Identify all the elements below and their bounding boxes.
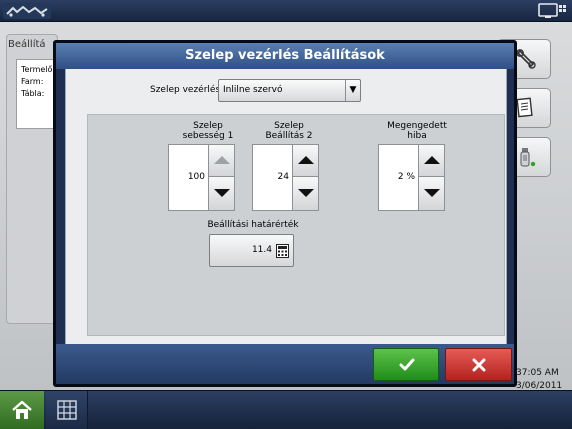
threshold-input[interactable]: 11.4 bbox=[209, 234, 294, 267]
valve-setting-spinner: 24 bbox=[252, 144, 319, 211]
threshold-label: Beállítási határérték bbox=[207, 220, 299, 230]
background-panel-title: Beállítá bbox=[8, 39, 46, 50]
bottom-bar bbox=[0, 390, 572, 429]
valve-control-settings-dialog: Szelep vezérlés Beállítások Szelep vezér… bbox=[53, 40, 517, 387]
calculator-icon bbox=[276, 244, 289, 258]
document-icon bbox=[516, 97, 533, 118]
grid-button[interactable] bbox=[46, 391, 88, 429]
valve-speed-increase-button[interactable] bbox=[208, 145, 234, 177]
allowed-error-spinner: 2 % bbox=[378, 144, 445, 211]
valve-setting-label-line2: Beállítás 2 bbox=[265, 131, 313, 141]
dialog-title: Szelep vezérlés Beállítások bbox=[56, 43, 514, 69]
top-bar bbox=[0, 0, 572, 22]
info-farm-label: Farm: bbox=[21, 77, 44, 86]
ok-button[interactable] bbox=[373, 348, 439, 381]
logo-icon bbox=[3, 3, 51, 19]
valve-setting-increase-button[interactable] bbox=[292, 145, 318, 177]
allowed-error-label-line1: Megengedett bbox=[387, 121, 447, 131]
home-icon bbox=[12, 400, 32, 419]
checkmark-icon bbox=[399, 358, 415, 371]
valve-speed-label-line2: sebesség 1 bbox=[182, 131, 234, 141]
dropdown-arrow-icon: ▼ bbox=[345, 80, 360, 101]
dialog-footer bbox=[56, 344, 514, 384]
valve-speed-spinner: 100 bbox=[168, 144, 235, 211]
dialog-body: Szelep vezérlés Inlilne szervó ▼ Szelep … bbox=[65, 69, 507, 345]
threshold-value: 11.4 bbox=[251, 245, 272, 255]
grid-icon bbox=[57, 400, 77, 420]
valve-speed-label-line1: Szelep bbox=[193, 121, 223, 131]
valve-speed-label: Szelep sebesség 1 bbox=[168, 121, 248, 141]
info-grower-label: Termelő bbox=[21, 65, 53, 74]
valve-control-value: Inlilne szervó bbox=[223, 85, 283, 95]
settings-panel: Szelep sebesség 1 100 Szelep Beállítás 2… bbox=[87, 114, 505, 336]
x-icon bbox=[472, 358, 486, 372]
allowed-error-increase-button[interactable] bbox=[418, 145, 444, 177]
allowed-error-label-line2: hiba bbox=[407, 131, 427, 141]
allowed-error-value[interactable]: 2 % bbox=[379, 145, 417, 210]
valve-setting-value[interactable]: 24 bbox=[253, 145, 291, 210]
valve-setting-label: Szelep Beállítás 2 bbox=[249, 121, 329, 141]
valve-speed-value[interactable]: 100 bbox=[169, 145, 207, 210]
info-field-label: Tábla: bbox=[21, 89, 45, 98]
home-button[interactable] bbox=[0, 391, 44, 429]
valve-control-dropdown[interactable]: Inlilne szervó ▼ bbox=[218, 79, 361, 102]
display-monitor-icon[interactable] bbox=[538, 3, 568, 19]
cancel-button[interactable] bbox=[445, 348, 512, 381]
valve-speed-decrease-button[interactable] bbox=[208, 177, 234, 210]
wrench-icon bbox=[516, 49, 536, 69]
valve-setting-label-line1: Szelep bbox=[274, 121, 304, 131]
allowed-error-decrease-button[interactable] bbox=[418, 177, 444, 210]
sprayer-icon bbox=[520, 148, 536, 167]
valve-control-label: Szelep vezérlés bbox=[150, 85, 221, 95]
clock-time: 37:05 AM bbox=[516, 368, 559, 378]
allowed-error-label: Megengedett hiba bbox=[377, 121, 457, 141]
valve-setting-decrease-button[interactable] bbox=[292, 177, 318, 210]
